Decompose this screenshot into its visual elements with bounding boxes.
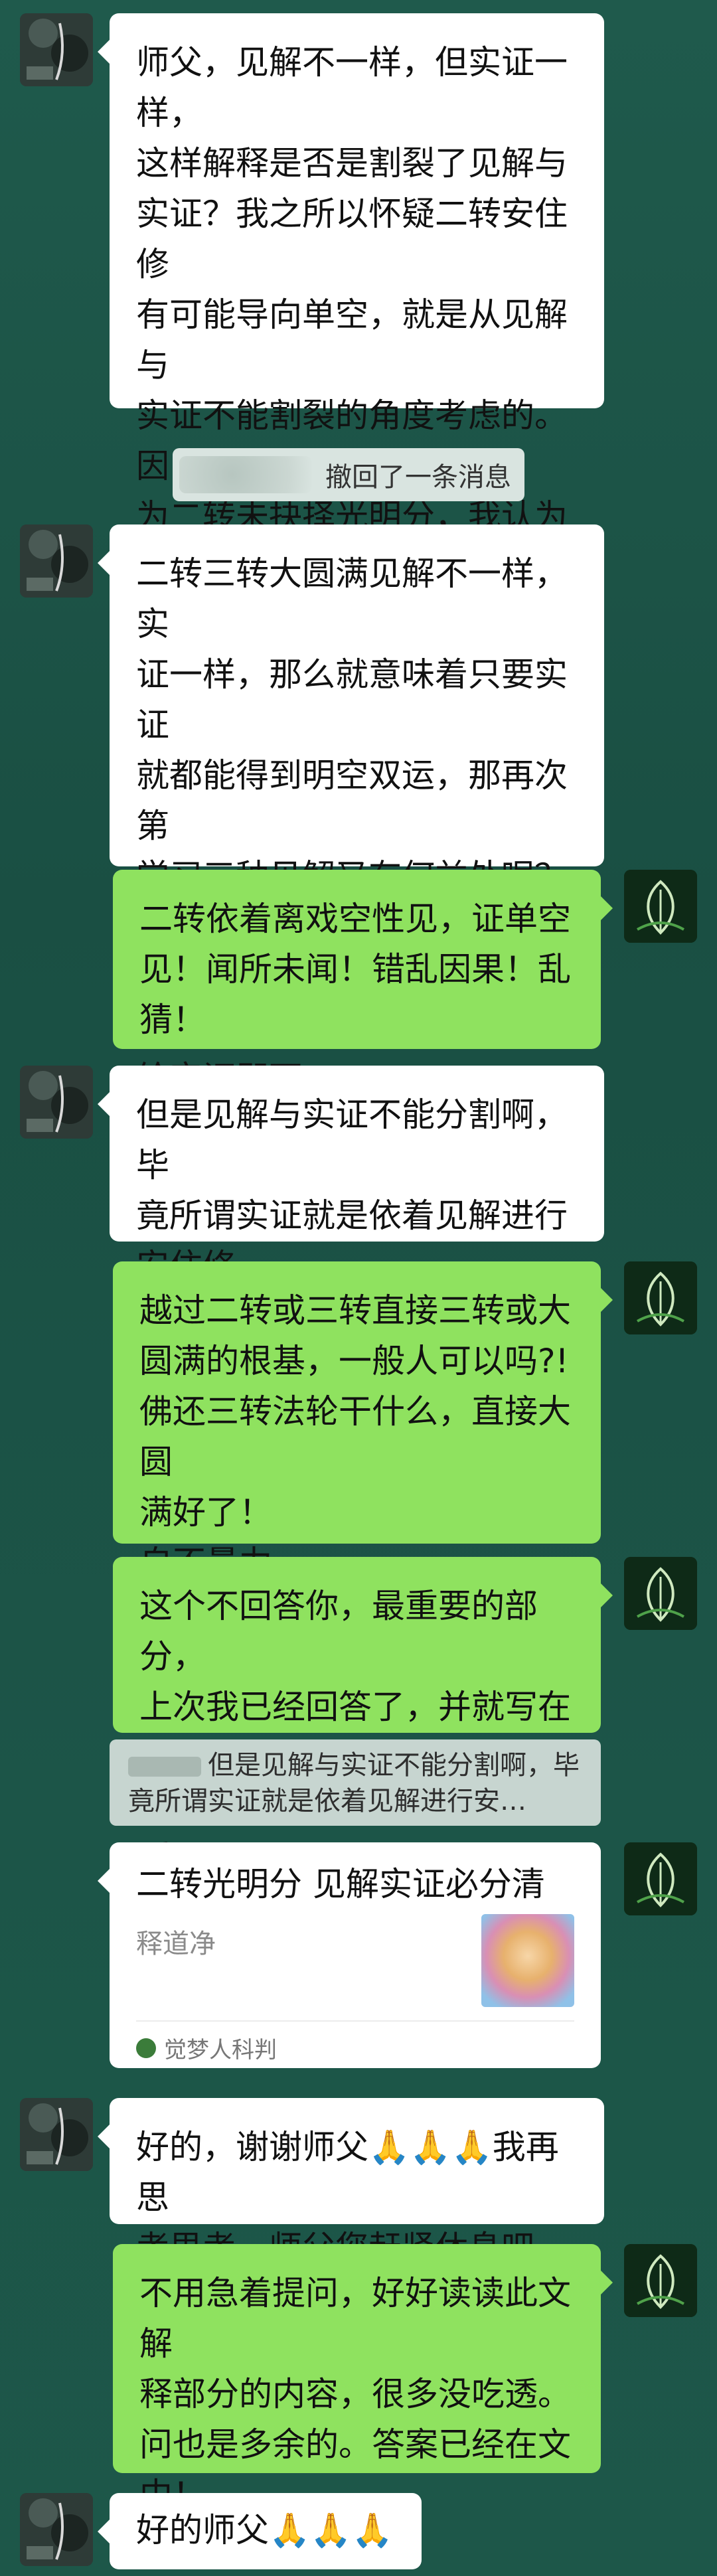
green-lotus-avatar-icon xyxy=(624,1261,697,1334)
quoted-message[interactable]: 但是见解与实证不能分割啊，毕竟所谓实证就是依着见解进行安… xyxy=(110,1739,601,1826)
article-title: 二转光明分 见解实证必分清 xyxy=(136,1865,545,1903)
self-avatar[interactable] xyxy=(624,1842,697,1915)
self-avatar[interactable] xyxy=(624,870,697,943)
message-bubble[interactable]: 二转三转大圆满见解不一样，实 证一样，那么就意味着只要实证 就都能得到明空双运，… xyxy=(98,524,604,1097)
sender-avatar[interactable] xyxy=(20,2493,93,2566)
green-lotus-avatar-icon xyxy=(624,1557,697,1630)
article-source: 觉梦人科判 xyxy=(136,2032,277,2064)
ink-painting-avatar-icon xyxy=(20,524,93,598)
recall-notice: 撤回了一条消息 xyxy=(173,448,524,501)
self-avatar[interactable] xyxy=(624,2244,697,2317)
green-lotus-avatar-icon xyxy=(624,1842,697,1915)
green-lotus-avatar-icon xyxy=(624,870,697,943)
message-bubble[interactable]: 好的师父🙏🙏🙏 xyxy=(98,2493,422,2569)
sender-avatar[interactable] xyxy=(20,13,93,86)
ink-painting-avatar-icon xyxy=(20,2098,93,2171)
card-divider xyxy=(136,2020,574,2022)
sender-avatar[interactable] xyxy=(20,524,93,598)
message-bubble[interactable]: 好的，谢谢师父🙏🙏🙏我再思 考思考，师父您赶紧休息吧 ~ xyxy=(98,2098,604,2267)
sender-avatar[interactable] xyxy=(20,2098,93,2171)
message-bubble[interactable]: 师父，见解不一样，但实证一样， 这样解释是否是割裂了见解与 实证？我之所以怀疑二… xyxy=(98,13,604,687)
source-icon xyxy=(136,2038,156,2058)
article-thumbnail xyxy=(481,1914,574,2007)
ink-painting-avatar-icon xyxy=(20,1066,93,1139)
message-bubble[interactable]: 但是见解与实证不能分割啊，毕 竟所谓实证就是依着见解进行 安住修 xyxy=(98,1066,604,1285)
self-avatar[interactable] xyxy=(624,1557,697,1630)
blurred-name xyxy=(128,1757,201,1777)
reply-bubble[interactable]: 不用急着提问，好好读读此文解 释部分的内容，很多没吃透。 问也是多余的。答案已经… xyxy=(113,2244,613,2514)
sender-avatar[interactable] xyxy=(20,1066,93,1139)
ink-painting-avatar-icon xyxy=(20,2493,93,2566)
source-name: 觉梦人科判 xyxy=(164,2037,277,2063)
reply-bubble[interactable]: 越过二转或三转直接三转或大 圆满的根基，一般人可以吗?! 佛还三转法轮干什么，直… xyxy=(113,1261,613,1582)
self-avatar[interactable] xyxy=(624,1261,697,1334)
shared-article-card[interactable]: 二转光明分 见解实证必分清 释道净 觉梦人科判 xyxy=(98,1842,601,2068)
reply-bubble[interactable]: 二转依着离戏空性见，证单空 见！闻所未闻！错乱因果！乱 猜！ xyxy=(113,870,613,1049)
recall-notice-text: 撤回了一条消息 xyxy=(325,462,511,493)
green-lotus-avatar-icon xyxy=(624,2244,697,2317)
blurred-name xyxy=(179,456,312,493)
ink-painting-avatar-icon xyxy=(20,13,93,86)
reply-bubble[interactable]: 这个不回答你，最重要的部分， 上次我已经回答了，并就写在文 里，答案自己去找。细… xyxy=(113,1557,613,1878)
